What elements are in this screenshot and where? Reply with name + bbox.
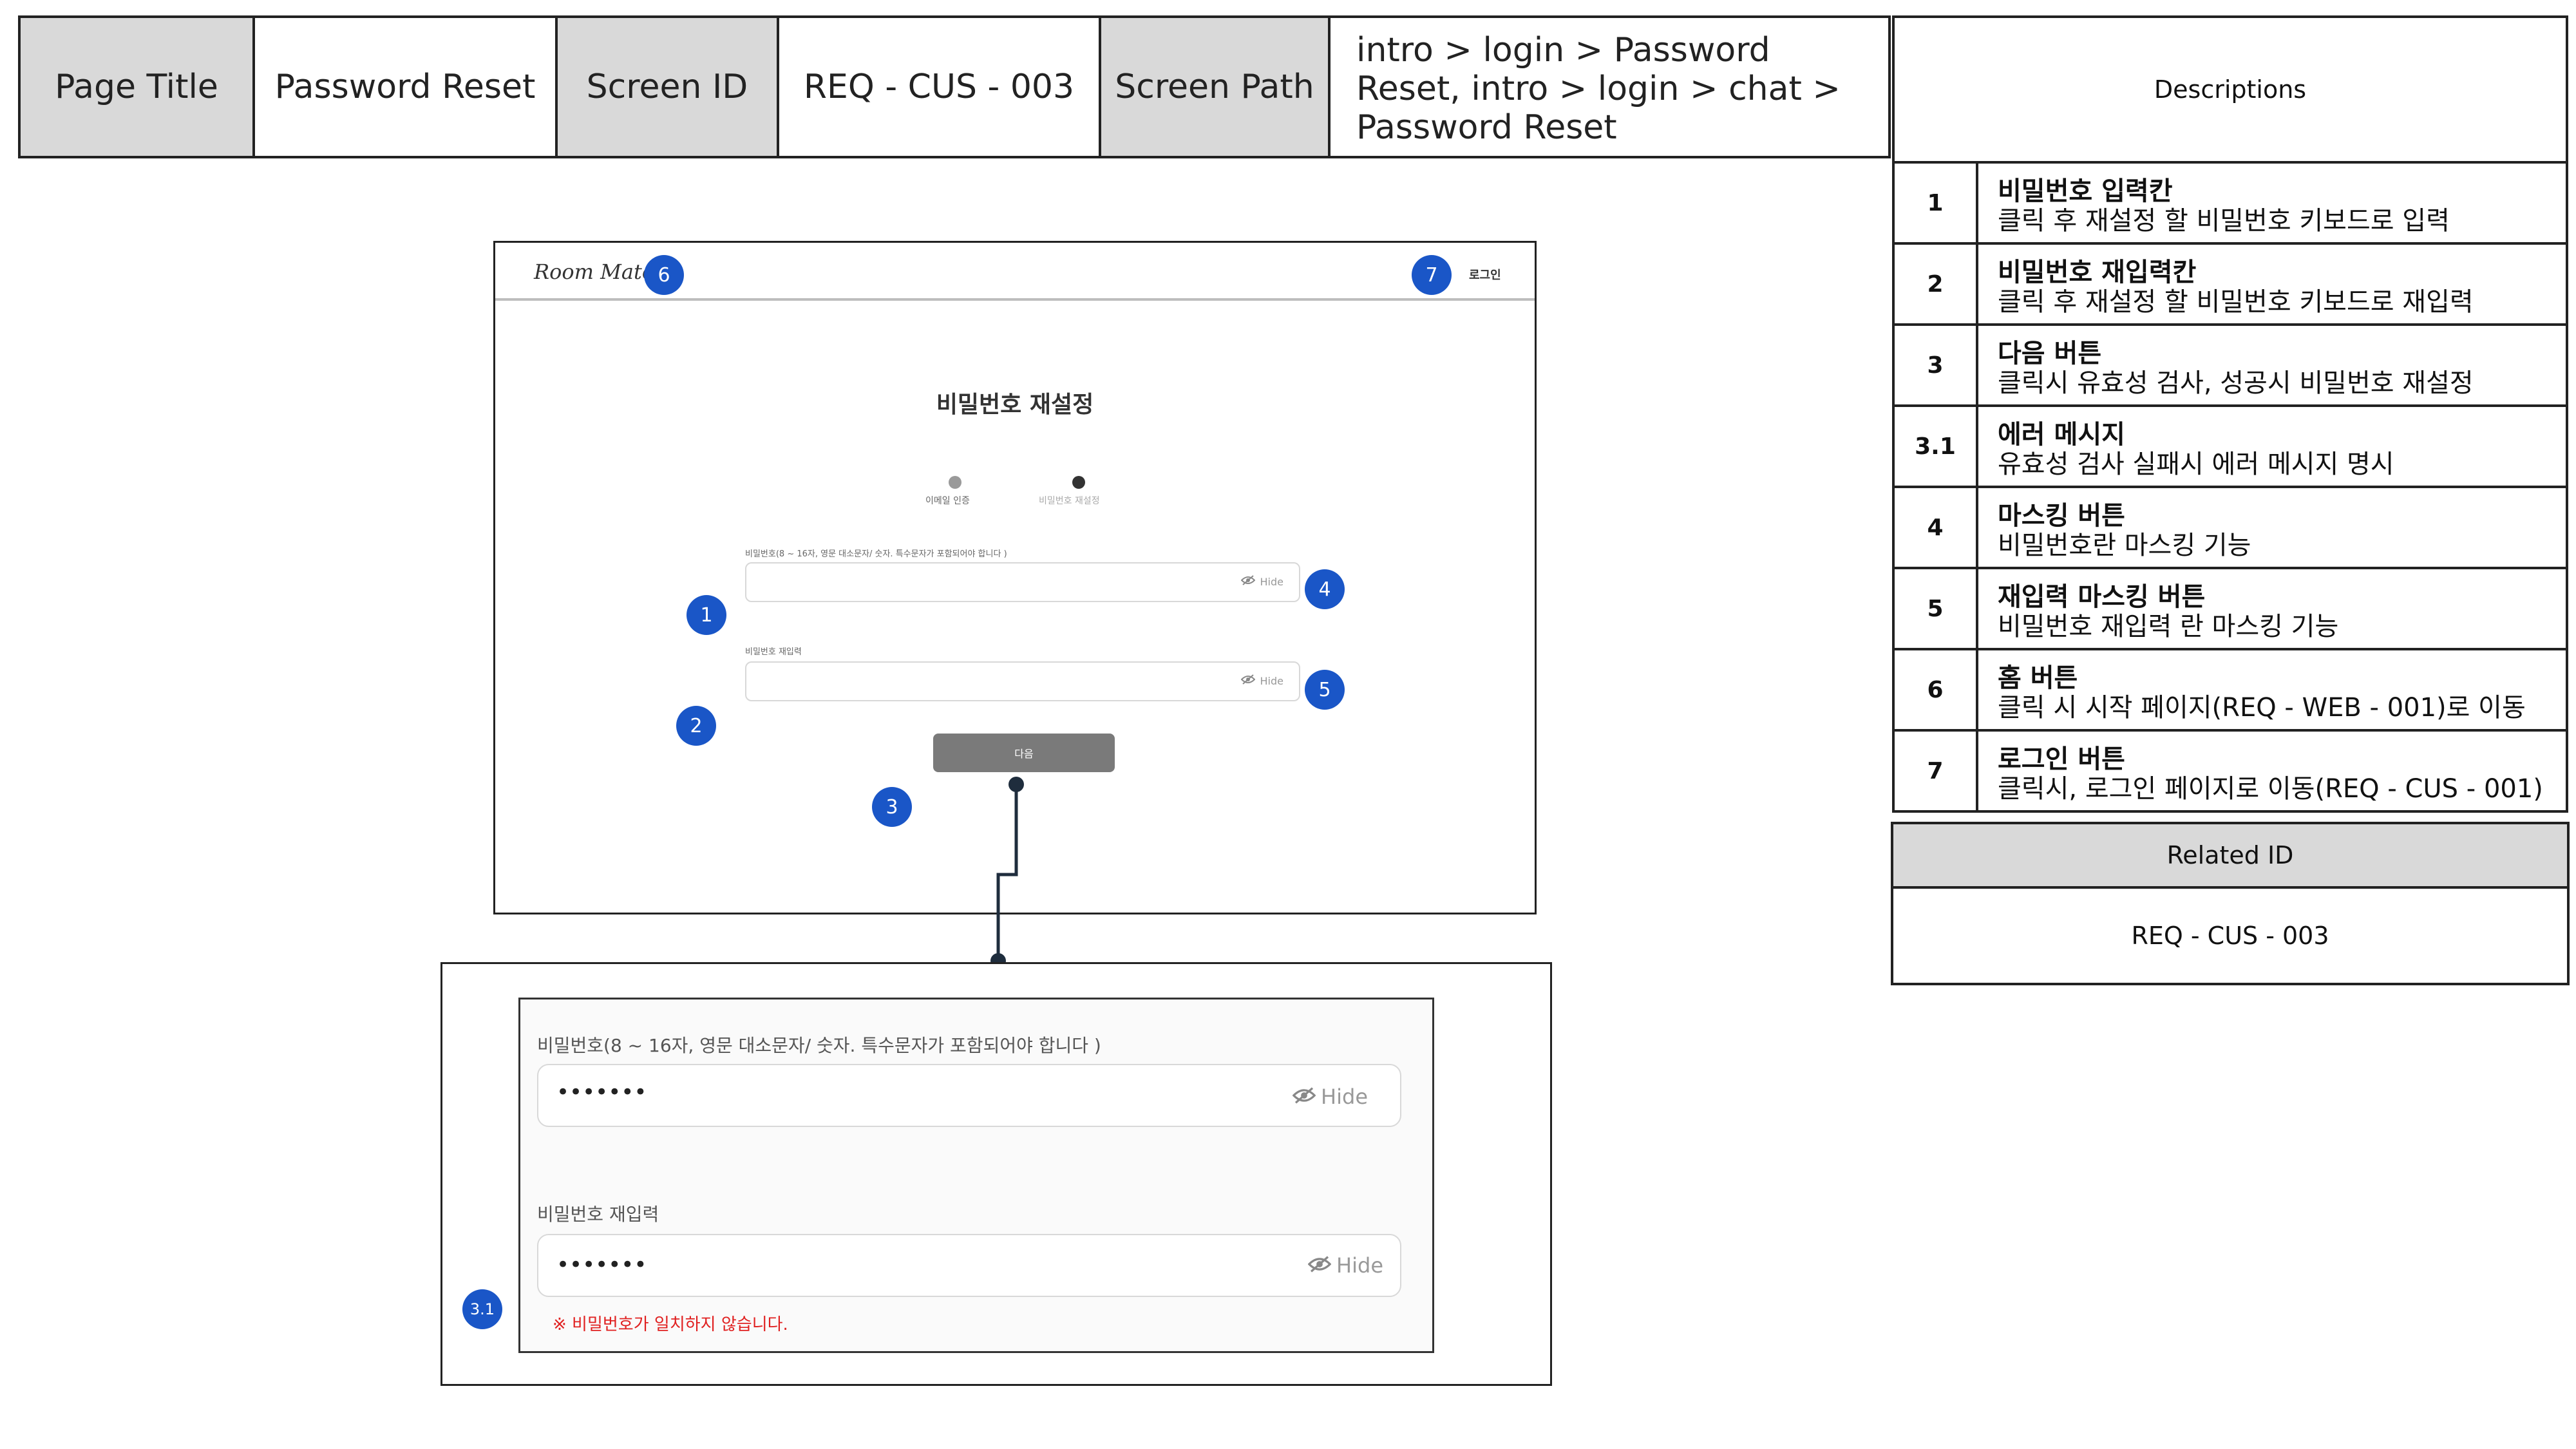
step1-dot	[949, 476, 961, 489]
step1-label: 이메일 인증	[925, 496, 970, 506]
related-id-value: REQ - CUS - 003	[1891, 886, 2570, 985]
detail-password-value: •••••••	[556, 1079, 647, 1105]
detail-password-label: 비밀번호(8 ~ 16자, 영문 대소문자/ 숫자. 특수문자가 포함되어야 합…	[537, 1035, 1101, 1056]
description-row: 비밀번호 입력칸 클릭 후 재설정 할 비밀번호 키보드로 입력	[1976, 161, 2568, 245]
hide-label: Hide	[1260, 575, 1283, 588]
description-number: 6	[1892, 648, 1978, 732]
badge-6: 6	[644, 255, 684, 295]
next-button[interactable]: 다음	[933, 734, 1115, 772]
error-message: ※ 비밀번호가 일치하지 않습니다.	[553, 1315, 788, 1334]
description-text: 유효성 검사 실패시 에러 메시지 명시	[1998, 450, 2394, 479]
step2-dot	[1072, 476, 1085, 489]
eye-off-icon	[1307, 1253, 1332, 1278]
description-text: 비밀번호란 마스킹 기능	[1998, 531, 2251, 560]
description-text: 클릭 후 재설정 할 비밀번호 키보드로 입력	[1998, 206, 2450, 236]
description-text: 클릭시 유효성 검사, 성공시 비밀번호 재설정	[1998, 368, 2474, 398]
top-bar-divider	[495, 298, 1535, 301]
hide-label: Hide	[1260, 674, 1283, 687]
detail-confirm-label: 비밀번호 재입력	[537, 1204, 659, 1225]
detail-confirm-mask-button[interactable]: Hide	[1307, 1253, 1383, 1278]
hide-label: Hide	[1321, 1084, 1368, 1109]
connector-line	[990, 777, 1024, 969]
confirm-mask-button[interactable]: Hide	[1240, 674, 1283, 687]
badge-3: 3	[872, 787, 912, 827]
hide-label: Hide	[1336, 1253, 1383, 1278]
page-title-label: Page Title	[18, 15, 255, 158]
screen-path-value: intro > login > Password Reset, intro > …	[1328, 15, 1891, 158]
description-number: 2	[1892, 242, 1978, 326]
page-heading: 비밀번호 재설정	[936, 392, 1094, 418]
screen-id-value: REQ - CUS - 003	[777, 15, 1101, 158]
error-detail-panel: 비밀번호(8 ~ 16자, 영문 대소문자/ 숫자. 특수문자가 포함되어야 합…	[518, 998, 1434, 1353]
badge-2: 2	[676, 706, 716, 746]
descriptions-title: Descriptions	[1892, 15, 2568, 164]
description-title: 홈 버튼	[1998, 663, 2078, 693]
password-mask-button[interactable]: Hide	[1240, 575, 1283, 588]
description-number: 3.1	[1892, 404, 1978, 488]
badge-7: 7	[1412, 255, 1452, 295]
password-input[interactable]: Hide	[745, 562, 1300, 602]
login-button[interactable]: 로그인	[1469, 266, 1501, 283]
description-title: 비밀번호 입력칸	[1998, 176, 2173, 206]
eye-off-icon	[1240, 674, 1255, 687]
badge-1: 1	[687, 595, 726, 635]
description-title: 비밀번호 재입력칸	[1998, 258, 2197, 287]
description-row: 비밀번호 재입력칸 클릭 후 재설정 할 비밀번호 키보드로 재입력	[1976, 242, 2568, 326]
screen-path-label: Screen Path	[1099, 15, 1331, 158]
description-title: 에러 메시지	[1998, 420, 2125, 450]
related-id-label: Related ID	[1891, 822, 2570, 889]
error-detail-frame: 비밀번호(8 ~ 16자, 영문 대소문자/ 숫자. 특수문자가 포함되어야 합…	[440, 962, 1552, 1386]
detail-confirm-value: •••••••	[556, 1252, 647, 1278]
description-number: 4	[1892, 486, 1978, 569]
step2-label: 비밀번호 재설정	[1039, 496, 1100, 506]
description-text: 클릭시, 로그인 페이지로 이동(REQ - CUS - 001)	[1998, 774, 2543, 804]
description-title: 마스킹 버튼	[1998, 501, 2125, 531]
detail-password-input[interactable]: ••••••• Hide	[537, 1064, 1401, 1127]
description-title: 재입력 마스킹 버튼	[1998, 582, 2206, 612]
badge-3-1: 3.1	[462, 1289, 502, 1329]
description-row: 홈 버튼 클릭 시 시작 페이지(REQ - WEB - 001)로 이동	[1976, 648, 2568, 732]
description-number: 1	[1892, 161, 1978, 245]
page-title-value: Password Reset	[252, 15, 558, 158]
description-text: 클릭 후 재설정 할 비밀번호 키보드로 재입력	[1998, 287, 2474, 317]
description-number: 7	[1892, 729, 1978, 813]
logo-home-button[interactable]: Room Mate	[534, 260, 654, 284]
description-title: 다음 버튼	[1998, 339, 2102, 368]
description-row: 다음 버튼 클릭시 유효성 검사, 성공시 비밀번호 재설정	[1976, 323, 2568, 407]
badge-4: 4	[1305, 569, 1345, 609]
description-row: 에러 메시지 유효성 검사 실패시 에러 메시지 명시	[1976, 404, 2568, 488]
eye-off-icon	[1292, 1084, 1316, 1109]
description-row: 재입력 마스킹 버튼 비밀번호 재입력 란 마스킹 기능	[1976, 567, 2568, 650]
description-row: 로그인 버튼 클릭시, 로그인 페이지로 이동(REQ - CUS - 001)	[1976, 729, 2568, 813]
detail-password-mask-button[interactable]: Hide	[1292, 1084, 1368, 1109]
description-text: 클릭 시 시작 페이지(REQ - WEB - 001)로 이동	[1998, 693, 2526, 723]
description-title: 로그인 버튼	[1998, 744, 2125, 774]
description-row: 마스킹 버튼 비밀번호란 마스킹 기능	[1976, 486, 2568, 569]
detail-confirm-input[interactable]: ••••••• Hide	[537, 1234, 1401, 1297]
description-text: 비밀번호 재입력 란 마스킹 기능	[1998, 612, 2339, 641]
confirm-input[interactable]: Hide	[745, 661, 1300, 701]
description-number: 3	[1892, 323, 1978, 407]
eye-off-icon	[1240, 575, 1255, 588]
confirm-label: 비밀번호 재입력	[745, 647, 802, 657]
badge-5: 5	[1305, 670, 1345, 710]
password-label: 비밀번호(8 ~ 16자, 영문 대소문자/ 숫자. 특수문자가 포함되어야 합…	[745, 549, 1007, 559]
description-number: 5	[1892, 567, 1978, 650]
screen-id-label: Screen ID	[555, 15, 779, 158]
